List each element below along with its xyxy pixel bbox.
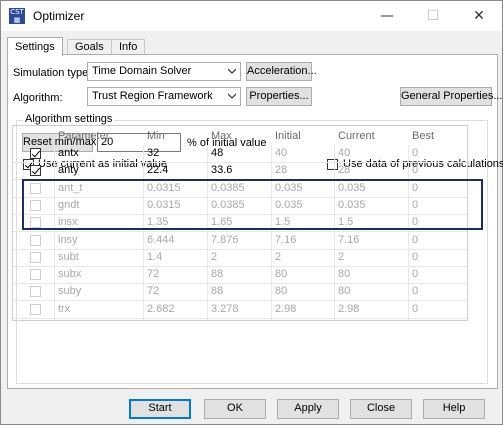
selected-rows-highlight: [22, 179, 483, 230]
minimize-icon[interactable]: —: [364, 1, 410, 31]
cell-min[interactable]: 22.4: [147, 164, 168, 176]
table-row[interactable]: insy 6.444 7.876 7.16 7.16 0: [13, 232, 467, 250]
acceleration-button[interactable]: Acceleration...: [246, 62, 317, 81]
cell-max[interactable]: 33.6: [211, 164, 232, 176]
table-row[interactable]: subt 1.4 2 2 2 0: [13, 249, 467, 267]
cell-max: 2: [211, 250, 218, 263]
cell-initial: 40: [275, 147, 288, 159]
tab-goals[interactable]: Goals: [67, 39, 112, 55]
cell-best: 0: [412, 285, 419, 298]
table-row[interactable]: subx 72 88 80 80 0: [13, 266, 467, 285]
cell-initial: 7.16: [275, 233, 297, 246]
cell-best: 0: [412, 147, 419, 159]
table-row[interactable]: suby 72 88 80 80 0: [13, 283, 467, 302]
cell-param: anty: [58, 164, 79, 177]
cell-current: 40: [338, 147, 351, 159]
optimizer-window: CST ▦ Optimizer — ☐ ✕ Settings Goals Info…: [0, 0, 503, 425]
cell-current: 2: [338, 250, 345, 263]
help-button[interactable]: Help: [423, 399, 485, 419]
properties-button[interactable]: Properties...: [246, 87, 312, 106]
chevron-down-icon: [228, 68, 236, 74]
cell-min: 2.682: [147, 302, 175, 315]
chevron-down-icon: [228, 93, 236, 99]
row-checkbox[interactable]: [30, 165, 41, 177]
cell-min: 6.444: [147, 233, 175, 246]
cell-current: 80: [338, 285, 351, 298]
cell-current: 28: [338, 164, 351, 177]
cell-param: subt: [58, 250, 79, 263]
column-header-parameter: Parameter: [58, 130, 110, 142]
close-button[interactable]: Close: [350, 399, 412, 419]
row-checkbox[interactable]: [30, 234, 41, 246]
apply-button[interactable]: Apply: [277, 399, 339, 419]
row-checkbox[interactable]: [30, 286, 41, 298]
cell-initial: 2.98: [275, 302, 297, 315]
algorithm-select[interactable]: Trust Region Framework: [87, 87, 241, 106]
cell-param: trx: [58, 302, 71, 315]
table-row[interactable]: trx 2.682 3.278 2.98 2.98 0: [13, 301, 467, 319]
tab-info[interactable]: Info: [111, 39, 146, 55]
column-header-current: Current: [338, 130, 375, 142]
cell-current: 2.98: [338, 302, 360, 315]
cell-max: 88: [211, 285, 224, 298]
cell-initial: 28: [275, 164, 288, 177]
cell-min: 72: [147, 268, 160, 281]
maximize-icon: ☐: [426, 8, 440, 24]
cell-best: 0: [412, 164, 419, 177]
row-checkbox[interactable]: [30, 251, 41, 263]
algorithm-settings-title: Algorithm settings: [23, 113, 115, 125]
cell-current: 7.16: [338, 233, 360, 246]
general-properties-button[interactable]: General Properties...: [400, 87, 503, 106]
column-header-best: Best: [412, 130, 435, 142]
window-title: Optimizer: [33, 9, 85, 23]
cell-param: insy: [58, 233, 78, 246]
cell-min[interactable]: 32: [147, 147, 159, 159]
cell-best: 0: [412, 268, 419, 281]
row-checkbox[interactable]: [30, 303, 41, 315]
start-button[interactable]: Start: [129, 399, 191, 419]
cell-min: 1.4: [147, 250, 163, 263]
cell-min: 72: [147, 285, 160, 298]
cell-current: 80: [338, 268, 351, 281]
cell-best: 0: [412, 233, 419, 246]
column-header-initial: Initial: [275, 130, 301, 142]
app-icon: CST ▦: [9, 8, 25, 24]
simulation-type-select[interactable]: Time Domain Solver: [87, 62, 241, 81]
cell-best: 0: [412, 250, 419, 263]
cell-param: suby: [58, 285, 82, 298]
cell-initial: 80: [275, 268, 288, 281]
cell-max[interactable]: 48: [211, 147, 223, 159]
title-bar: CST ▦ Optimizer — ☐ ✕: [1, 1, 502, 31]
column-header-max: Max: [211, 130, 232, 142]
cell-max: 88: [211, 268, 224, 281]
algorithm-value: Trust Region Framework: [92, 90, 213, 102]
algorithm-label: Algorithm:: [13, 92, 63, 104]
cell-best: 0: [412, 302, 419, 315]
cell-initial: 80: [275, 285, 288, 298]
simulation-type-value: Time Domain Solver: [92, 65, 192, 77]
column-header-min: Min: [147, 130, 165, 142]
table-row[interactable]: antx 32 48 40 40 0: [13, 145, 467, 163]
table-header: Parameter Min Max Initial Current Best: [13, 126, 467, 145]
table-row[interactable]: anty 22.4 33.6 28 28 0: [13, 162, 467, 181]
row-checkbox[interactable]: [30, 148, 41, 159]
simulation-type-label: Simulation type:: [13, 67, 92, 79]
tab-settings[interactable]: Settings: [7, 37, 63, 56]
cell-max: 7.876: [211, 233, 239, 246]
cell-param: subx: [58, 268, 82, 281]
cell-max: 3.278: [211, 302, 239, 315]
close-icon[interactable]: ✕: [456, 1, 502, 31]
ok-button[interactable]: OK: [204, 399, 266, 419]
row-checkbox[interactable]: [30, 269, 41, 281]
cell-param: antx: [58, 147, 79, 159]
cell-initial: 2: [275, 250, 282, 263]
